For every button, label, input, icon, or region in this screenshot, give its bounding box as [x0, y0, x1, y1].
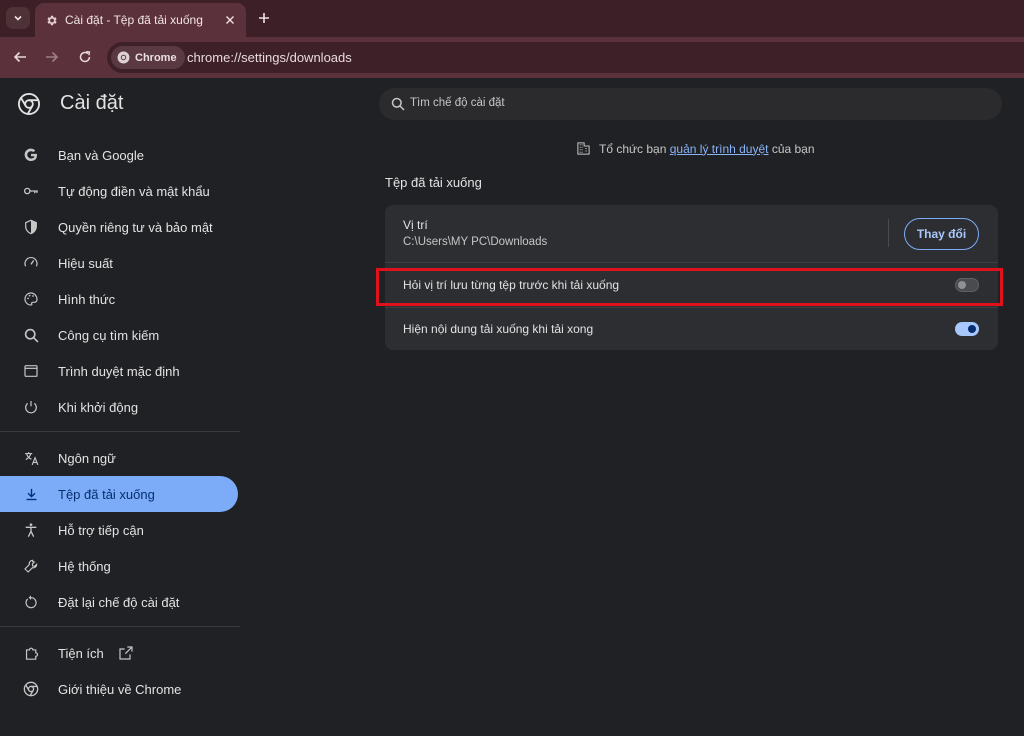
chrome-logo-icon: [18, 93, 40, 115]
sidebar-item-you-and-google[interactable]: Bạn và Google: [0, 137, 238, 173]
show-downloads-toggle[interactable]: [955, 322, 979, 336]
google-g-icon: [22, 146, 40, 164]
sidebar-item-label: Tiện ích: [58, 645, 104, 661]
new-tab-button[interactable]: [255, 9, 273, 27]
search-placeholder: Tìm chế độ cài đặt: [410, 97, 505, 109]
forward-button[interactable]: [42, 47, 62, 67]
show-downloads-row[interactable]: Hiện nội dung tải xuống khi tải xong: [385, 307, 998, 351]
sidebar-item-privacy[interactable]: Quyền riêng tư và bảo mật: [0, 209, 238, 245]
arrow-left-icon: [13, 51, 26, 63]
wrench-icon: [22, 557, 40, 575]
building-icon: [577, 142, 590, 155]
tab-search-button[interactable]: [6, 7, 30, 29]
reload-button[interactable]: [75, 47, 95, 67]
plus-icon: [259, 13, 269, 23]
toggle-knob: [968, 325, 976, 333]
reset-icon: [22, 593, 40, 611]
sidebar-item-languages[interactable]: Ngôn ngữ: [0, 440, 238, 476]
sidebar-item-about-chrome[interactable]: Giới thiệu về Chrome: [0, 671, 238, 707]
sidebar-item-search-engine[interactable]: Công cụ tìm kiếm: [0, 317, 238, 353]
search-icon: [22, 326, 40, 344]
chevron-down-icon: [14, 15, 22, 21]
power-icon: [22, 398, 40, 416]
sidebar-item-label: Quyền riêng tư và bảo mật: [58, 219, 213, 235]
sidebar-divider: [0, 626, 240, 627]
page-title: Cài đặt: [60, 92, 124, 114]
vertical-divider: [888, 219, 889, 247]
sidebar-item-default-browser[interactable]: Trình duyệt mặc định: [0, 353, 238, 389]
settings-search-input[interactable]: Tìm chế độ cài đặt: [379, 88, 1002, 120]
search-icon: [391, 97, 405, 111]
sidebar-item-label: Đặt lại chế độ cài đặt: [58, 594, 180, 610]
sidebar-item-label: Ngôn ngữ: [58, 450, 116, 466]
site-chip[interactable]: Chrome: [111, 46, 185, 69]
sidebar-item-label: Hiệu suất: [58, 255, 113, 271]
back-button[interactable]: [10, 47, 30, 67]
sidebar-item-extensions[interactable]: Tiện ích: [0, 635, 238, 671]
sidebar-item-appearance[interactable]: Hình thức: [0, 281, 238, 317]
sidebar-item-performance[interactable]: Hiệu suất: [0, 245, 238, 281]
accessibility-icon: [22, 521, 40, 539]
managed-link[interactable]: quản lý trình duyệt: [670, 142, 769, 156]
toolbar: Chrome chrome://settings/downloads: [0, 37, 1024, 78]
external-link-icon: [118, 645, 134, 661]
sidebar-item-label: Hỗ trợ tiếp cận: [58, 522, 144, 538]
active-tab[interactable]: Cài đặt - Tệp đã tải xuống: [35, 3, 246, 37]
change-location-button[interactable]: Thay đổi: [904, 218, 979, 250]
browser-window-icon: [22, 362, 40, 380]
address-bar[interactable]: Chrome chrome://settings/downloads: [107, 42, 1024, 73]
url-text[interactable]: chrome://settings/downloads: [187, 50, 352, 65]
sidebar-item-label: Hình thức: [58, 291, 116, 307]
show-downloads-label: Hiện nội dung tải xuống khi tải xong: [403, 322, 594, 336]
sidebar-divider: [0, 431, 240, 432]
sidebar-item-reset[interactable]: Đặt lại chế độ cài đặt: [0, 584, 238, 620]
speedometer-icon: [22, 254, 40, 272]
chip-label: Chrome: [135, 51, 177, 64]
translate-icon: [22, 449, 40, 467]
chrome-icon: [22, 680, 40, 698]
palette-icon: [22, 290, 40, 308]
sidebar-item-label: Bạn và Google: [58, 147, 145, 163]
shield-icon: [22, 218, 40, 236]
managed-prefix: Tổ chức bạn: [599, 141, 667, 156]
arrow-right-icon: [46, 51, 59, 63]
download-icon: [22, 485, 40, 503]
sidebar-item-on-startup[interactable]: Khi khởi động: [0, 389, 238, 425]
managed-suffix: của bạn: [771, 141, 815, 156]
key-icon: [22, 182, 40, 200]
location-path: C:\Users\MY PC\Downloads: [403, 236, 548, 248]
gear-icon: [44, 13, 58, 27]
managed-notice: Tổ chức bạn quản lý trình duyệt của bạn: [576, 141, 815, 156]
sidebar-item-downloads[interactable]: Tệp đã tải xuống: [0, 476, 238, 512]
sidebar-item-label: Giới thiệu về Chrome: [58, 681, 182, 697]
chrome-icon: [117, 51, 130, 64]
sidebar-item-label: Công cụ tìm kiếm: [58, 327, 160, 343]
sidebar-item-system[interactable]: Hệ thống: [0, 548, 238, 584]
reload-icon: [79, 50, 91, 63]
section-title: Tệp đã tải xuống: [385, 175, 482, 190]
puzzle-icon: [22, 644, 40, 662]
sidebar-item-label: Trình duyệt mặc định: [58, 363, 180, 379]
sidebar-item-label: Hệ thống: [58, 558, 111, 574]
tab-title: Cài đặt - Tệp đã tải xuống: [65, 13, 203, 27]
location-label: Vị trí: [403, 218, 428, 232]
managed-text: Tổ chức bạn quản lý trình duyệt của bạn: [599, 142, 815, 156]
highlight-box: [376, 268, 1003, 306]
sidebar-item-label: Tự động điền và mật khẩu: [58, 183, 210, 199]
settings-header: Cài đặt Tìm chế độ cài đặt: [0, 78, 1024, 130]
sidebar-item-accessibility[interactable]: Hỗ trợ tiếp cận: [0, 512, 238, 548]
sidebar-item-label: Khi khởi động: [58, 399, 139, 415]
location-row: Vị trí C:\Users\MY PC\Downloads Thay đổi: [385, 205, 998, 262]
sidebar-item-label: Tệp đã tải xuống: [58, 486, 155, 502]
tab-strip: Cài đặt - Tệp đã tải xuống: [0, 0, 1024, 37]
sidebar-item-autofill[interactable]: Tự động điền và mật khẩu: [0, 173, 238, 209]
close-icon[interactable]: [222, 12, 238, 28]
